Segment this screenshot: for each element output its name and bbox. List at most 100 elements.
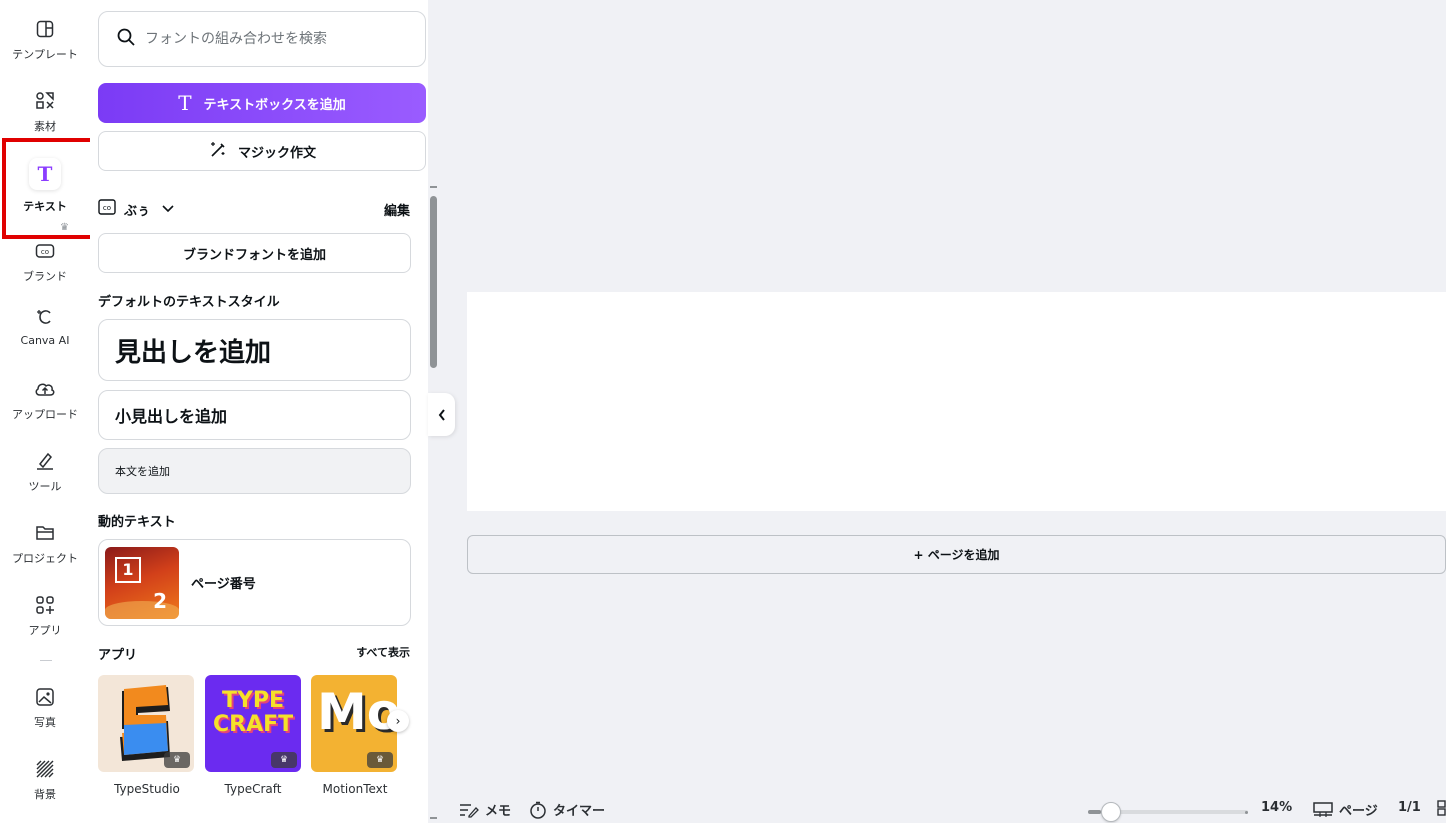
pages-button[interactable]: ページ: [1313, 800, 1378, 819]
app-tile-typestudio[interactable]: ♛: [98, 675, 194, 772]
add-page-button[interactable]: + ページを追加: [467, 535, 1446, 574]
timer-button[interactable]: タイマー: [529, 800, 605, 819]
scrollbar-cap: [430, 817, 437, 819]
rail-item-canva-ai[interactable]: Canva AI: [0, 306, 90, 347]
brand-kit-selector[interactable]: ぶぅ: [124, 200, 150, 219]
selection-highlight: [2, 138, 104, 239]
app-name: TypeStudio: [114, 782, 180, 796]
show-all-link[interactable]: すべて表示: [356, 644, 410, 663]
timer-label: タイマー: [553, 804, 606, 819]
rail-item-photos[interactable]: 写真: [0, 686, 90, 730]
upload-icon: [34, 378, 56, 400]
add-heading-button[interactable]: 見出しを追加: [98, 319, 411, 381]
rail-label: 写真: [34, 716, 56, 729]
timer-icon: [530, 801, 546, 819]
rail-item-templates[interactable]: テンプレート: [0, 18, 90, 62]
chevron-down-icon[interactable]: [162, 202, 174, 217]
default-styles-title: デフォルトのテキストスタイル: [98, 295, 280, 310]
crown-icon: ♛: [271, 752, 297, 768]
zoom-slider[interactable]: [1088, 802, 1248, 822]
text-panel: T テキストボックスを追加 マジック作文 co ぶぅ 編集 ブランドフォントを追…: [90, 0, 428, 823]
add-brand-font-label: ブランドフォントを追加: [182, 247, 326, 263]
rail-label: 背景: [34, 788, 56, 801]
notes-label: メモ: [485, 804, 512, 819]
panel-scrollbar[interactable]: [430, 196, 437, 368]
magic-write-button[interactable]: マジック作文: [98, 131, 426, 171]
apps-icon: [34, 594, 56, 616]
app-tile-typecraft[interactable]: TYPE CRAFT ♛: [205, 675, 301, 772]
rail-label: ツール: [28, 480, 62, 493]
pages-label: ページ: [1339, 804, 1378, 819]
thumbnail-number-2: 2: [153, 588, 167, 613]
add-page-label: + ページを追加: [913, 548, 1000, 562]
rail-item-elements[interactable]: 素材: [0, 90, 90, 134]
zoom-slider-knob[interactable]: [1101, 802, 1121, 822]
design-page[interactable]: [467, 292, 1446, 511]
rail-label: プロジェクト: [12, 552, 78, 565]
add-textbox-label: テキストボックスを追加: [203, 96, 346, 112]
add-body-button[interactable]: 本文を追加: [98, 448, 411, 494]
pages-icon: [1313, 801, 1333, 817]
background-icon: [34, 758, 56, 780]
crown-icon: ♛: [164, 752, 190, 768]
rail-item-brand[interactable]: co ブランド: [0, 240, 90, 284]
app-name: MotionText: [322, 782, 388, 796]
rail-label: ブランド: [23, 270, 67, 283]
notes-icon: [460, 803, 479, 818]
collapse-panel-button[interactable]: [428, 393, 455, 436]
notes-button[interactable]: メモ: [459, 800, 511, 819]
elements-icon: [34, 90, 56, 112]
grid-view-icon[interactable]: [1437, 800, 1446, 816]
brand-icon: co: [34, 240, 56, 262]
page-count: 1/1: [1398, 800, 1421, 815]
tools-icon: [34, 450, 56, 472]
chevron-left-icon: [438, 408, 445, 421]
rail-label: アプリ: [28, 624, 62, 637]
rail-item-background[interactable]: 背景: [0, 758, 90, 802]
photo-icon: [34, 686, 56, 708]
bottom-bar: メモ タイマー 14% ページ 1/1: [443, 796, 1446, 823]
template-icon: [34, 18, 56, 40]
page-number-thumbnail: 1 2: [105, 546, 179, 619]
brand-kit-row: co ぶぅ 編集: [98, 196, 410, 222]
scrollbar-cap: [430, 186, 437, 188]
thumbnail-wave: [105, 600, 179, 619]
svg-text:co: co: [103, 204, 111, 212]
typecraft-logo: TYPE CRAFT: [213, 688, 294, 737]
add-subheading-label: 小見出しを追加: [115, 407, 228, 426]
rail-item-tools[interactable]: ツール: [0, 450, 90, 494]
zoom-value[interactable]: 14%: [1261, 800, 1292, 815]
canva-ai-icon: [34, 306, 56, 328]
svg-text:co: co: [41, 248, 49, 256]
rail-item-projects[interactable]: プロジェクト: [0, 522, 90, 566]
rail-label: Canva AI: [20, 334, 70, 347]
add-heading-label: 見出しを追加: [115, 337, 272, 368]
magic-wand-icon: [208, 139, 228, 163]
rail-label: アップロード: [12, 408, 78, 421]
rail-item-apps[interactable]: アプリ: [0, 594, 90, 638]
add-subheading-button[interactable]: 小見出しを追加: [98, 390, 411, 440]
brand-kit-icon: co: [98, 199, 116, 219]
search-input[interactable]: [145, 31, 405, 47]
app-name: TypeCraft: [224, 782, 282, 796]
font-search-box[interactable]: [98, 11, 426, 67]
folder-icon: [34, 522, 56, 544]
app-tile-motiontext[interactable]: Mo ♛: [311, 675, 397, 772]
page-number-card[interactable]: 1 2 ページ番号: [98, 539, 411, 626]
edit-link[interactable]: 編集: [384, 200, 410, 219]
apps-header: アプリ すべて表示: [98, 644, 410, 663]
left-rail: テンプレート 素材 T テキスト ♛ co ブランド Canva AI アップロ…: [0, 0, 90, 823]
rail-label: テンプレート: [12, 48, 78, 61]
search-icon: [117, 28, 135, 50]
add-textbox-button[interactable]: T テキストボックスを追加: [98, 83, 426, 123]
crown-icon: ♛: [367, 752, 393, 768]
add-body-label: 本文を追加: [115, 465, 170, 478]
add-brand-font-button[interactable]: ブランドフォントを追加: [98, 233, 411, 273]
magic-write-label: マジック作文: [237, 145, 316, 161]
page-number-label: ページ番号: [191, 577, 256, 592]
dynamic-text-title: 動的テキスト: [98, 515, 176, 530]
rail-divider: [40, 660, 52, 661]
chevron-right-icon[interactable]: ›: [387, 710, 409, 732]
zoom-slider-fill: [1088, 810, 1101, 814]
rail-item-upload[interactable]: アップロード: [0, 378, 90, 422]
